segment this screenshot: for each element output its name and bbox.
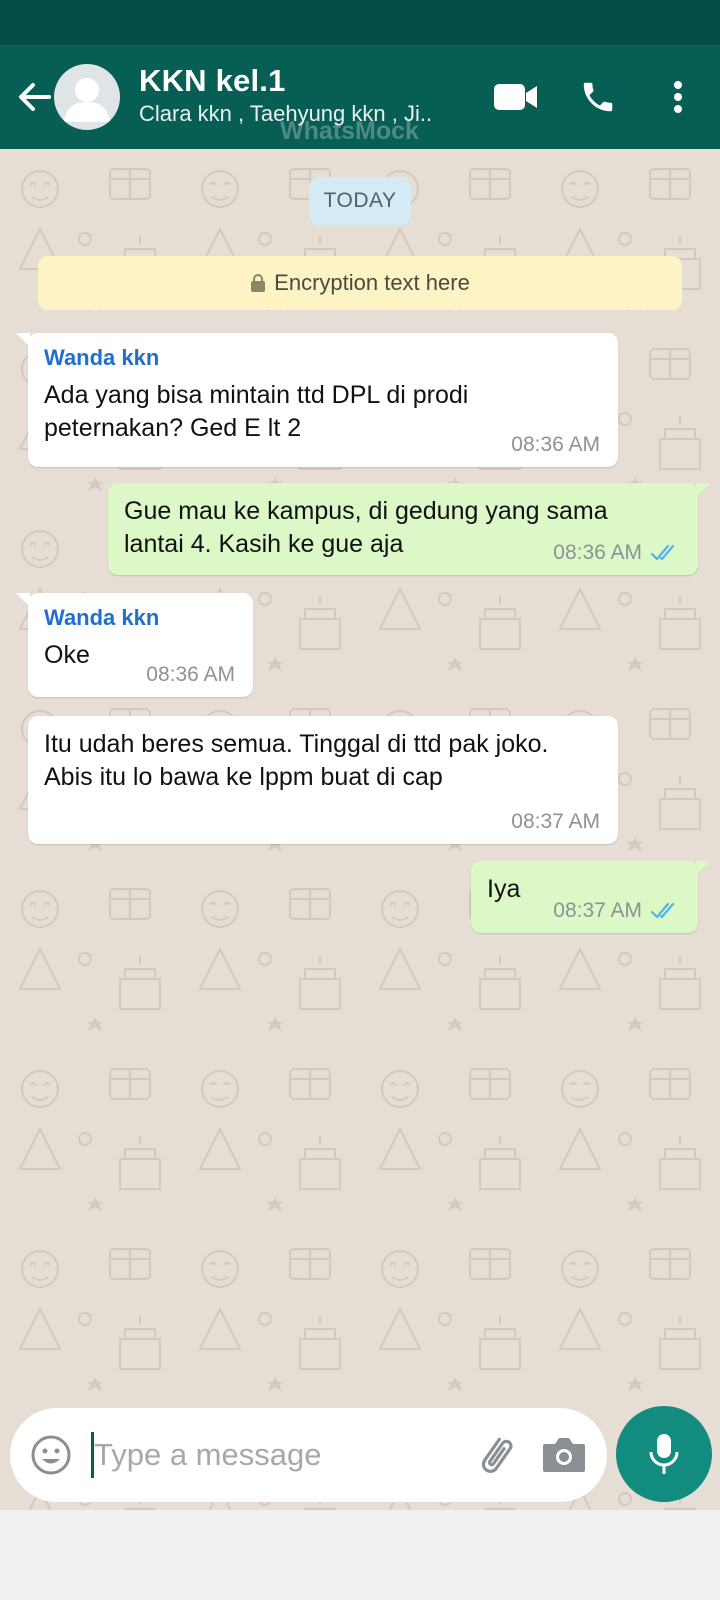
- bubble-tail: [16, 593, 30, 607]
- more-vertical-icon: [674, 81, 682, 113]
- lock-icon: [251, 274, 266, 292]
- message-composer: [10, 1408, 607, 1502]
- watermark-text: WhatsMock: [280, 117, 419, 145]
- message-sender[interactable]: Wanda kkn: [44, 345, 602, 371]
- message-time: 08:36 AM: [553, 541, 680, 565]
- message-bubble[interactable]: Itu udah beres semua. Tinggal di ttd pak…: [28, 716, 618, 844]
- chat-header: KKN kel.1 Clara kkn , Taehyung kkn , Ji.…: [0, 45, 720, 149]
- chat-area[interactable]: TODAY Encryption text here Wanda kkn Ada…: [0, 149, 720, 1510]
- camera-button[interactable]: [540, 1432, 588, 1478]
- more-options-button[interactable]: [662, 69, 694, 125]
- chat-title[interactable]: KKN kel.1: [139, 63, 286, 99]
- group-avatar[interactable]: [54, 64, 120, 130]
- message-sender[interactable]: Wanda kkn: [44, 605, 237, 631]
- message-bubble[interactable]: Wanda kkn Ada yang bisa mintain ttd DPL …: [16, 333, 618, 467]
- date-separator: TODAY: [309, 177, 411, 225]
- bubble-tail: [696, 861, 710, 875]
- encryption-notice[interactable]: Encryption text here: [38, 256, 682, 310]
- voice-record-button[interactable]: [616, 1406, 712, 1502]
- video-camera-icon: [494, 84, 537, 110]
- message-time: 08:36 AM: [511, 433, 600, 456]
- bubble-tail: [696, 483, 710, 497]
- paperclip-icon: [481, 1437, 513, 1473]
- attach-button[interactable]: [472, 1430, 522, 1480]
- status-bar: [0, 0, 720, 45]
- message-bubble[interactable]: Wanda kkn Oke 08:36 AM: [16, 593, 253, 697]
- message-bubble[interactable]: Gue mau ke kampus, di gedung yang sama l…: [108, 483, 710, 575]
- message-text: Itu udah beres semua. Tinggal di ttd pak…: [44, 730, 549, 791]
- message-bubble[interactable]: Iya 08:37 AM: [471, 861, 710, 933]
- emoji-icon: [31, 1435, 71, 1475]
- message-time: 08:37 AM: [553, 899, 680, 923]
- default-avatar-icon: [64, 78, 110, 122]
- navigation-bar-area: [0, 1510, 720, 1600]
- emoji-button[interactable]: [30, 1434, 72, 1476]
- message-time: 08:36 AM: [146, 663, 235, 686]
- message-text: Ada yang bisa mintain ttd DPL di prodi p…: [44, 381, 469, 442]
- phone-icon: [583, 82, 613, 112]
- encryption-text: Encryption text here: [274, 270, 470, 295]
- bubble-tail: [16, 333, 30, 347]
- voice-call-button[interactable]: [570, 69, 626, 125]
- microphone-icon: [649, 1434, 679, 1474]
- message-input[interactable]: [94, 1428, 454, 1482]
- double-check-icon: [650, 544, 675, 561]
- arrow-left-icon: [19, 83, 51, 111]
- message-time: 08:37 AM: [511, 810, 600, 833]
- camera-icon: [543, 1438, 585, 1472]
- video-call-button[interactable]: [488, 69, 544, 125]
- back-button[interactable]: [12, 75, 56, 119]
- double-check-icon: [650, 902, 675, 919]
